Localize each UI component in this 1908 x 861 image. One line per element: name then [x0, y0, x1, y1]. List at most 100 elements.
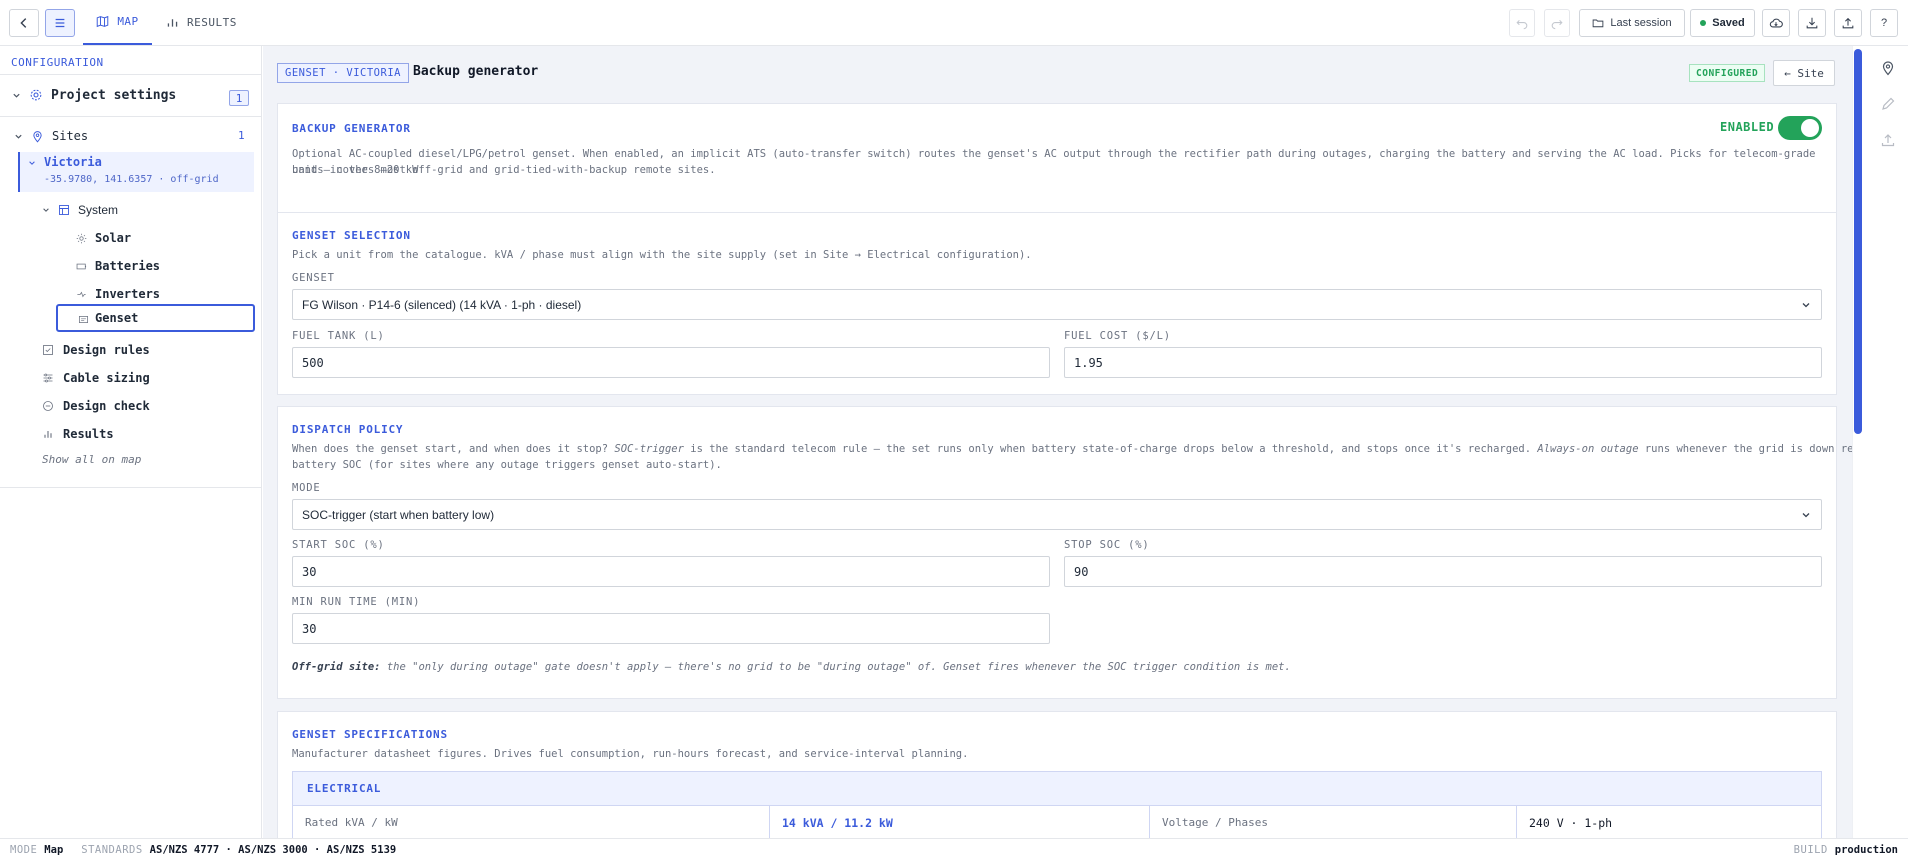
spec-section-header: ELECTRICAL	[293, 772, 1821, 806]
site-item-victoria[interactable]: Victoria -35.9780, 141.6357 · off-grid	[18, 152, 254, 192]
site-subtitle: -35.9780, 141.6357 · off-grid	[44, 174, 219, 185]
project-settings-count: 1	[229, 90, 249, 106]
enabled-label: ENABLED	[1720, 120, 1775, 134]
card-title: GENSET SPECIFICATIONS	[292, 728, 448, 741]
spec-cell: 14 kVA / 11.2 kW	[770, 806, 1150, 838]
mode-select[interactable]: SOC-trigger (start when battery low)	[292, 499, 1822, 530]
chevron-down-icon	[1802, 303, 1810, 308]
enabled-toggle[interactable]	[1778, 116, 1822, 140]
download-button[interactable]	[1798, 9, 1826, 37]
sites-item[interactable]: Sites	[14, 126, 88, 146]
upload-icon	[1842, 17, 1854, 29]
redo-button[interactable]	[1544, 9, 1570, 37]
system-item-batteries[interactable]: Batteries	[76, 256, 160, 276]
back-button[interactable]	[9, 9, 39, 37]
toggle-knob	[1801, 119, 1819, 137]
page-title: Backup generator	[413, 64, 539, 79]
genset-specifications-card: GENSET SPECIFICATIONS Manufacturer datas…	[277, 711, 1837, 838]
spec-value: 14 kVA / 11.2 kW	[782, 816, 893, 830]
location-pin-icon	[33, 130, 42, 143]
site-item-label: Design check	[63, 399, 150, 413]
fuel-cost-input[interactable]: 1.95	[1064, 347, 1822, 378]
system-item-label: Batteries	[95, 259, 161, 273]
min-run-time-label: MIN RUN TIME (MIN)	[292, 596, 421, 608]
tab-map[interactable]: MAP	[83, 0, 152, 45]
back-to-site-button[interactable]: ← Site	[1773, 60, 1835, 86]
undo-icon	[1516, 20, 1528, 30]
system-item-solar[interactable]: Solar	[76, 228, 131, 248]
fuel-tank-label: FUEL TANK (L)	[292, 330, 385, 342]
show-all-on-map-link[interactable]: Show all on map	[42, 453, 141, 466]
generator-icon	[78, 316, 89, 323]
system-item-label: Genset	[95, 311, 139, 325]
system-item[interactable]: System	[42, 200, 118, 220]
tab-map-label: MAP	[117, 15, 139, 28]
system-item-genset[interactable]: Genset	[56, 304, 255, 332]
site-item-results[interactable]: Results	[42, 424, 114, 444]
cloud-sync-button[interactable]	[1762, 9, 1790, 37]
desc-emphasis-always-on: Always-on outage	[1537, 443, 1639, 455]
undo-button[interactable]	[1509, 9, 1535, 37]
card-description-line2: battery SOC (for sites where any outage …	[292, 459, 722, 471]
start-soc-input[interactable]: 30	[292, 556, 1050, 587]
chevron-down-icon	[43, 208, 49, 212]
sidebar: CONFIGURATION Project settings 1 Sites 1…	[0, 46, 262, 838]
build-label: BUILD	[1793, 844, 1828, 856]
chevron-down-icon	[29, 161, 35, 165]
saved-status-button[interactable]: Saved	[1690, 9, 1755, 37]
site-item-design-rules[interactable]: Design rules	[42, 340, 150, 360]
sun-icon	[76, 233, 87, 243]
start-soc-label: START SOC (%)	[292, 539, 385, 551]
download-icon	[1806, 17, 1818, 29]
desc-part: runs whenever the grid is down regardles…	[1644, 443, 1852, 455]
cloud-icon	[1769, 18, 1783, 28]
site-item-label: Results	[63, 427, 114, 441]
spec-value: 240 V · 1-ph	[1529, 816, 1613, 830]
project-settings-item[interactable]: Project settings	[12, 83, 176, 107]
system-label: System	[78, 203, 119, 217]
genset-label: GENSET	[292, 272, 335, 284]
hamburger-icon	[55, 18, 65, 28]
upload-button[interactable]	[1834, 9, 1862, 37]
site-item-label: Design rules	[63, 343, 150, 357]
system-item-label: Inverters	[95, 287, 161, 301]
battery-icon	[76, 263, 87, 269]
fuel-cost-label: FUEL COST ($/L)	[1064, 330, 1171, 342]
site-item-cable-sizing[interactable]: Cable sizing	[42, 368, 150, 388]
site-item-label: Cable sizing	[63, 371, 150, 385]
status-badge: CONFIGURED	[1689, 64, 1766, 82]
project-settings-label: Project settings	[51, 87, 177, 103]
standards-value: AS/NZS 4777 · AS/NZS 3000 · AS/NZS 5139	[149, 844, 397, 856]
main-scrollbar[interactable]	[1854, 49, 1862, 434]
main-content: GENSET · VICTORIA Backup generator CONFI…	[263, 46, 1852, 838]
site-item-design-check[interactable]: Design check	[42, 396, 150, 416]
card-description-line2: band — covers most off-grid and grid-tie…	[292, 164, 716, 176]
export-icon[interactable]	[1880, 132, 1896, 148]
card-title: GENSET SELECTION	[292, 229, 411, 242]
electrical-spec-table: ELECTRICAL Rated kVA / kW 14 kVA / 11.2 …	[292, 771, 1822, 838]
last-session-button[interactable]: Last session	[1579, 9, 1685, 37]
stop-soc-label: STOP SOC (%)	[1064, 539, 1150, 551]
stop-soc-input[interactable]: 90	[1064, 556, 1822, 587]
tab-results[interactable]: RESULTS	[166, 0, 237, 45]
lightning-icon	[77, 291, 86, 297]
card-title: DISPATCH POLICY	[292, 423, 404, 436]
desc-part: is the standard telecom rule — the set r…	[683, 443, 1538, 455]
tab-results-label: RESULTS	[187, 16, 237, 29]
genset-select[interactable]: FG Wilson · P14-6 (silenced) (14 kVA · 1…	[292, 289, 1822, 320]
spec-cell: 240 V · 1-ph	[1517, 806, 1821, 838]
mode-select-value: SOC-trigger (start when battery low)	[302, 507, 495, 522]
fuel-tank-input[interactable]: 500	[292, 347, 1050, 378]
pencil-icon[interactable]	[1880, 96, 1896, 112]
menu-toggle-button[interactable]	[45, 9, 75, 37]
mode-status-label: MODE	[10, 844, 38, 856]
last-session-label: Last session	[1610, 17, 1672, 29]
site-name: Victoria	[44, 155, 102, 169]
system-item-inverters[interactable]: Inverters	[76, 284, 160, 304]
help-button[interactable]: ?	[1870, 9, 1898, 37]
genset-select-value: FG Wilson · P14-6 (silenced) (14 kVA · 1…	[302, 297, 582, 312]
min-run-time-input[interactable]: 30	[292, 613, 1050, 644]
card-description: Manufacturer datasheet figures. Drives f…	[292, 748, 969, 760]
help-icon: ?	[1880, 17, 1888, 29]
location-pin-icon[interactable]	[1880, 60, 1896, 76]
